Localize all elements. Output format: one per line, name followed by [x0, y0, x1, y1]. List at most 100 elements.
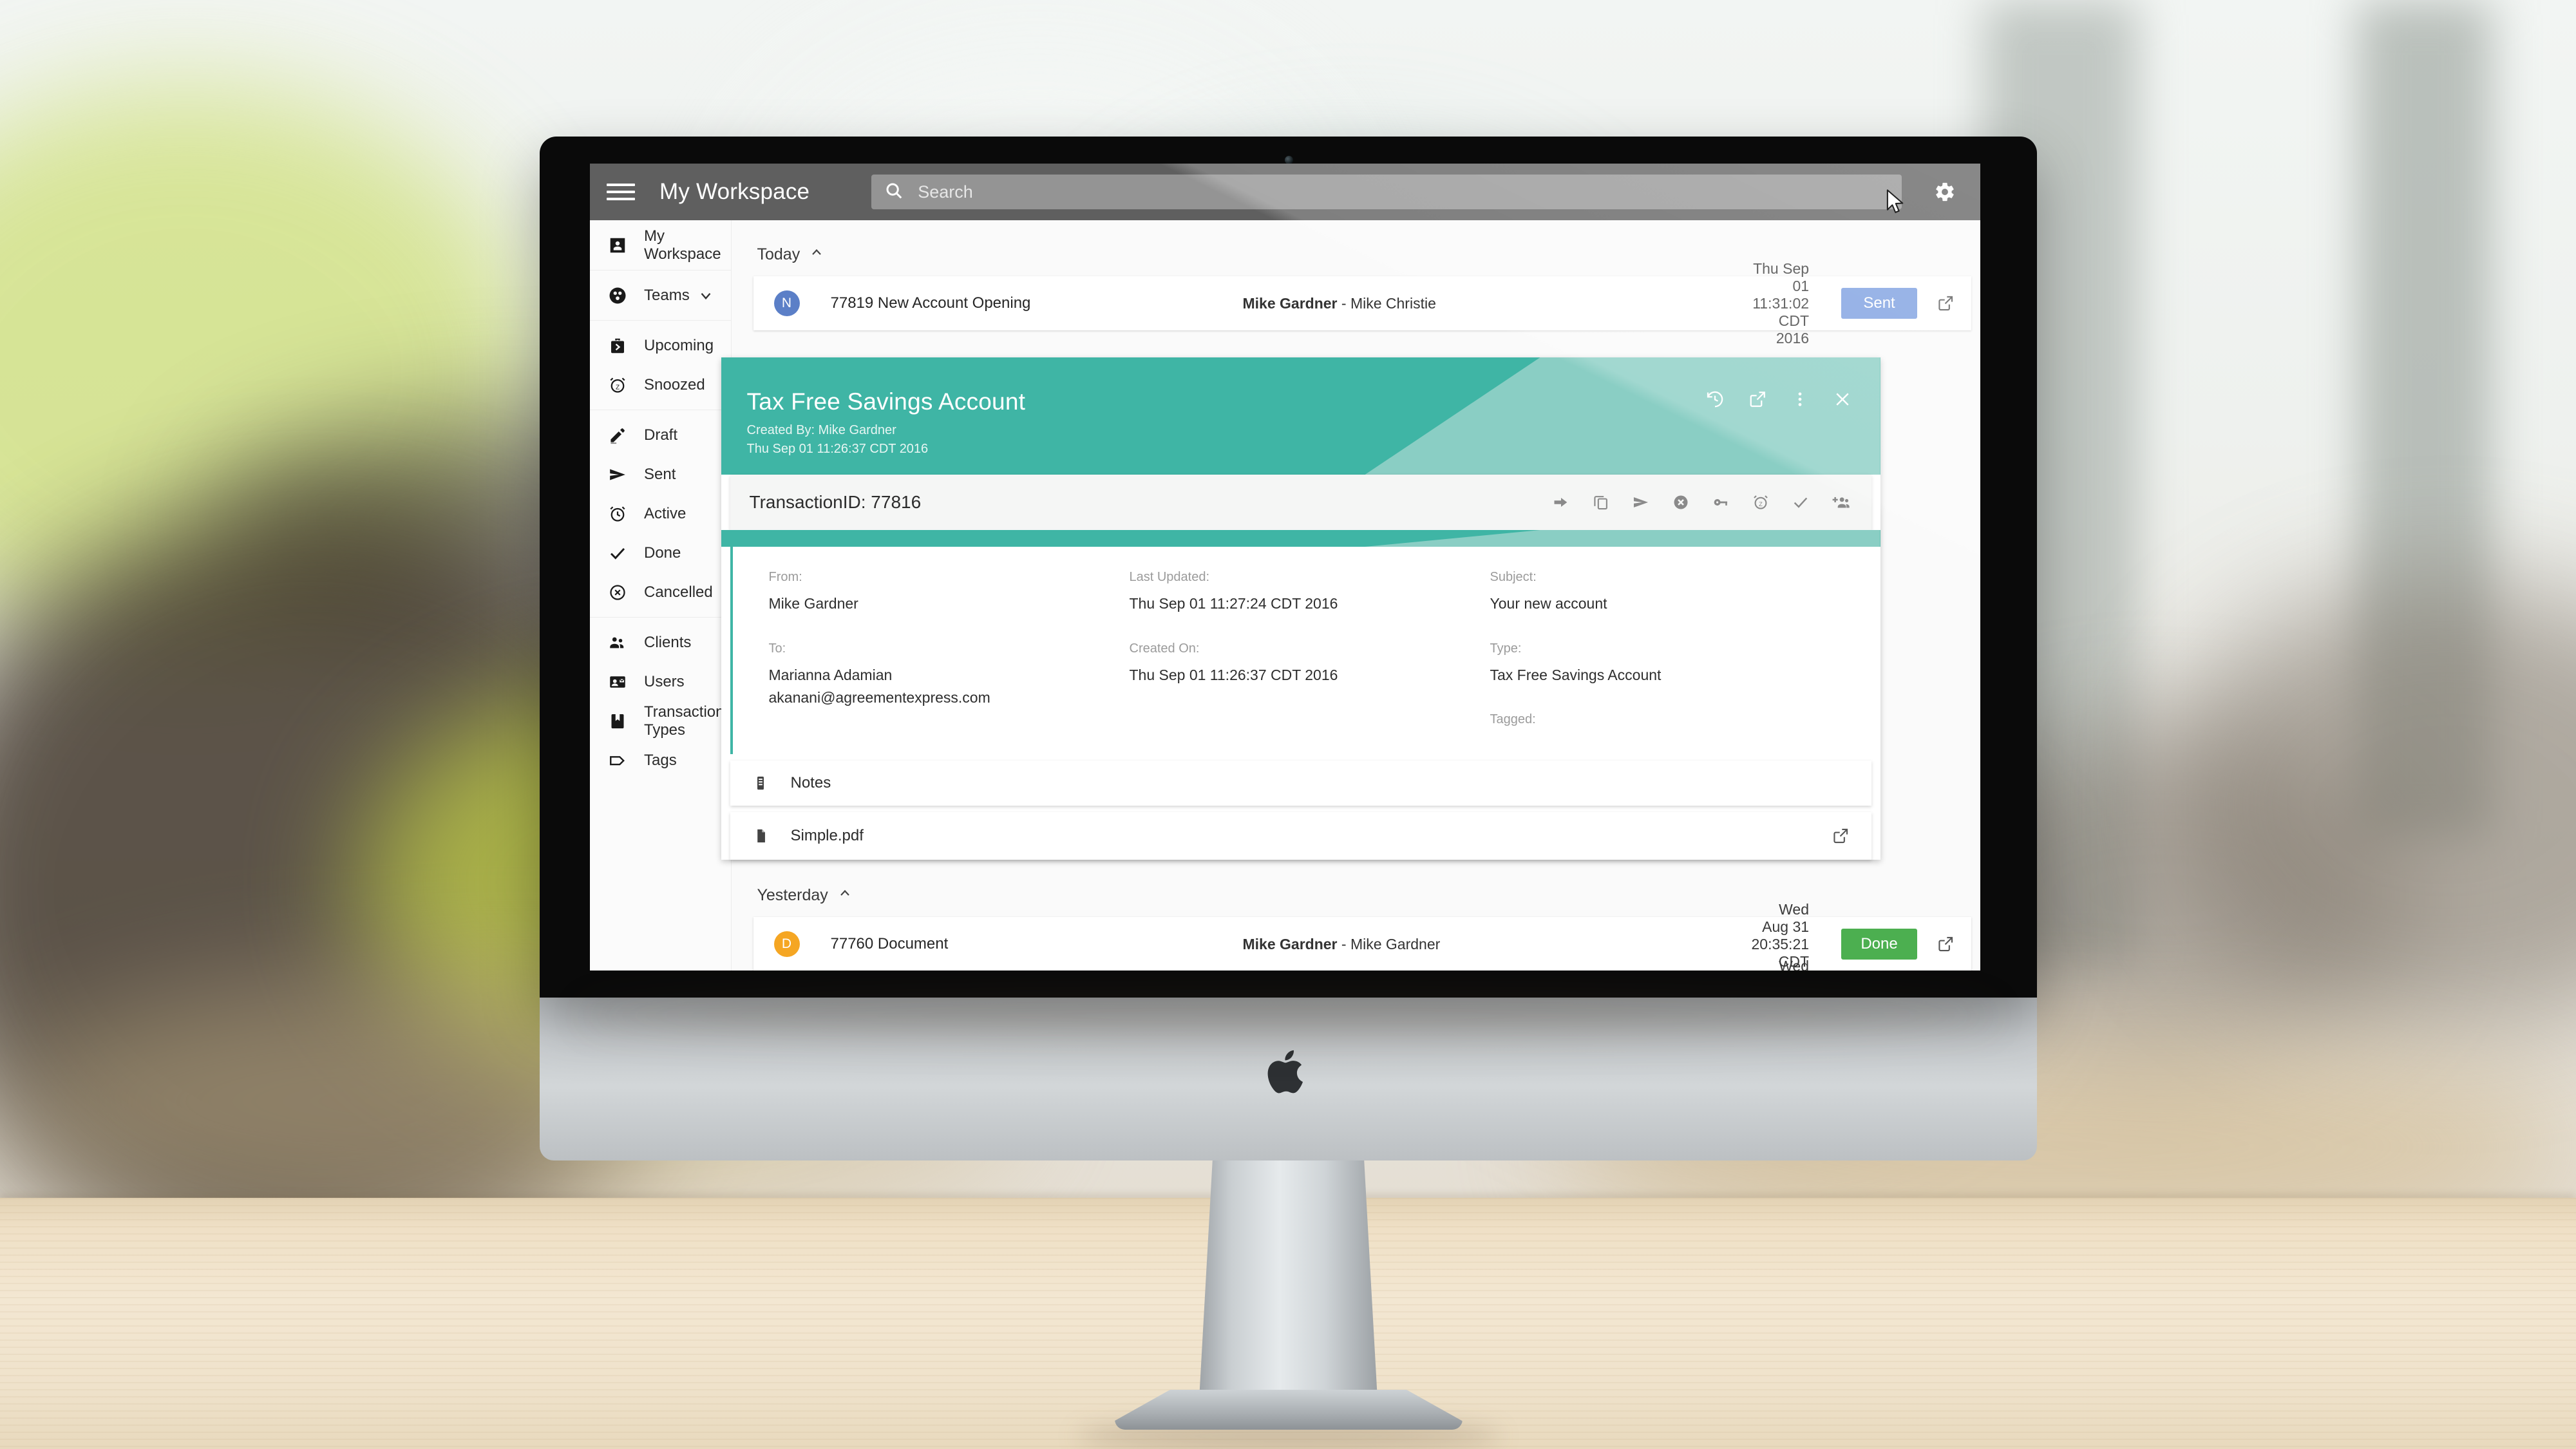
open-in-new-icon[interactable] — [1937, 935, 1955, 953]
detail-header: Tax Free Savings Account Created By: Mik… — [721, 357, 1880, 475]
search-input[interactable]: Search — [871, 175, 1902, 209]
status-badge[interactable]: Sent — [1841, 288, 1918, 319]
apple-logo-icon — [1267, 1046, 1311, 1097]
tag-icon — [608, 751, 638, 770]
sidebar-item-sent[interactable]: Sent — [590, 455, 731, 494]
field-group: Created On: Thu Sep 01 11:26:37 CDT 2016 — [1130, 641, 1490, 687]
sidebar-item-users[interactable]: Users — [590, 662, 731, 701]
status-badge[interactable]: Done — [1841, 929, 1918, 960]
transaction-toolbar: Z — [1552, 493, 1851, 511]
field-label: Subject: — [1490, 570, 1537, 584]
header-wash — [1365, 357, 1880, 475]
menu-icon[interactable] — [607, 184, 635, 200]
row-date: Wed Aug 31 15:52:46 CDT 2016 — [1779, 957, 1810, 971]
divider — [590, 320, 731, 321]
attachment-row[interactable]: Simple.pdf — [730, 812, 1871, 860]
search-placeholder: Search — [918, 182, 973, 202]
sidebar-item-draft[interactable]: Draft — [590, 415, 731, 455]
open-in-new-icon[interactable] — [1937, 294, 1955, 312]
field-label: Created On: — [1129, 641, 1200, 656]
sidebar-item-my-workspace[interactable]: My Workspace — [590, 225, 731, 265]
avatar-letter: D — [781, 936, 792, 952]
sidebar-item-label: Active — [644, 504, 687, 522]
row-recipient: Mike Christie — [1350, 294, 1436, 312]
notes-row[interactable]: Notes — [730, 761, 1871, 806]
file-icon — [752, 828, 782, 844]
field-group: Type: Tax Free Savings Account — [1490, 641, 1851, 687]
sidebar-item-label: Upcoming — [644, 336, 714, 354]
key-icon[interactable] — [1712, 493, 1730, 511]
field-group: Last Updated: Thu Sep 01 11:27:24 CDT 20… — [1130, 570, 1490, 616]
pencil-icon — [608, 426, 638, 445]
cancel-circle-icon[interactable] — [1672, 493, 1690, 511]
chevron-down-icon[interactable] — [697, 287, 714, 304]
close-icon[interactable] — [1833, 390, 1852, 409]
field-column-3: Subject: Your new account Type: Tax Free… — [1490, 570, 1851, 735]
sidebar-item-label: Teams — [644, 286, 690, 304]
monitor-stand-neck — [1198, 1159, 1379, 1417]
field-value: Marianna Adamian — [768, 666, 893, 683]
snooze-alarm-icon: Z — [608, 375, 638, 395]
sidebar-item-label: Draft — [644, 426, 678, 444]
sidebar-item-label: Clients — [644, 633, 692, 651]
row-sender: Mike Gardner — [1242, 935, 1338, 952]
sidebar-item-done[interactable]: Done — [590, 533, 731, 573]
page-title: My Workspace — [659, 179, 810, 204]
check-icon — [608, 544, 638, 563]
field-label: Tagged: — [1490, 712, 1536, 727]
more-vert-icon[interactable] — [1790, 390, 1810, 409]
sidebar-item-label: Sent — [644, 465, 676, 483]
status-label: Sent — [1863, 294, 1895, 312]
add-people-icon[interactable] — [1832, 493, 1851, 511]
open-in-new-icon[interactable] — [1748, 390, 1767, 409]
row-date: Thu Sep 01 11:31:02 CDT 2016 — [1752, 260, 1810, 346]
send-icon[interactable] — [1632, 493, 1650, 511]
field-column-1: From: Mike Gardner To: Marianna Adamian … — [769, 570, 1130, 735]
field-group: From: Mike Gardner — [769, 570, 1130, 616]
sidebar-item-transaction-types[interactable]: Transaction Types — [590, 701, 731, 741]
avatar-letter: N — [781, 296, 792, 310]
alarm-clock-icon — [608, 504, 638, 524]
account-box-icon — [608, 236, 638, 255]
history-icon[interactable] — [1705, 390, 1725, 409]
mouse-cursor-icon — [1886, 189, 1906, 219]
imac-computer: My Workspace Search My Workspace Teams U… — [540, 137, 2037, 1449]
field-value: Your new account — [1490, 595, 1607, 612]
avatar: D — [773, 931, 800, 958]
open-in-new-icon[interactable] — [1832, 827, 1850, 845]
chevron-up-icon[interactable] — [837, 886, 853, 905]
notes-label: Notes — [790, 774, 831, 792]
sidebar-item-teams[interactable]: Teams — [590, 276, 731, 315]
table-row[interactable]: N 77819 New Account Opening Mike Gardner… — [753, 260, 1972, 346]
sidebar-item-snoozed[interactable]: Z Snoozed — [590, 365, 731, 404]
contact-card-icon — [608, 672, 638, 692]
forward-arrow-icon[interactable] — [1552, 493, 1570, 511]
detail-header-actions — [1705, 390, 1852, 409]
bookmark-book-icon — [608, 712, 638, 731]
monitor-stand-foot — [1114, 1390, 1463, 1430]
chevron-up-icon[interactable] — [809, 245, 824, 265]
field-label: From: — [768, 570, 802, 584]
transaction-id-label: TransactionID: 77816 — [749, 492, 922, 512]
field-label: Type: — [1490, 641, 1522, 656]
sidebar-item-upcoming[interactable]: Upcoming — [590, 326, 731, 365]
sidebar-item-cancelled[interactable]: Cancelled — [590, 573, 731, 612]
sidebar-item-tags[interactable]: Tags — [590, 741, 731, 780]
gear-icon[interactable] — [1934, 181, 1956, 203]
avatar: N — [773, 290, 800, 316]
sidebar-item-active[interactable]: Active — [590, 494, 731, 533]
sidebar-item-label: Users — [644, 672, 685, 690]
sidebar-item-label: My Workspace — [644, 227, 721, 263]
check-icon[interactable] — [1792, 493, 1810, 511]
group-label: Today — [757, 245, 800, 263]
people-icon — [608, 633, 638, 652]
notes-icon — [752, 775, 782, 791]
field-label: To: — [768, 641, 786, 656]
sidebar-item-label: Done — [644, 544, 681, 562]
attachment-label: Simple.pdf — [790, 827, 864, 845]
row-separator: - — [1341, 294, 1347, 312]
sidebar-item-label: Cancelled — [644, 583, 713, 601]
copy-icon[interactable] — [1592, 493, 1610, 511]
snooze-alarm-icon[interactable]: Z — [1752, 493, 1770, 511]
sidebar-item-clients[interactable]: Clients — [590, 623, 731, 662]
